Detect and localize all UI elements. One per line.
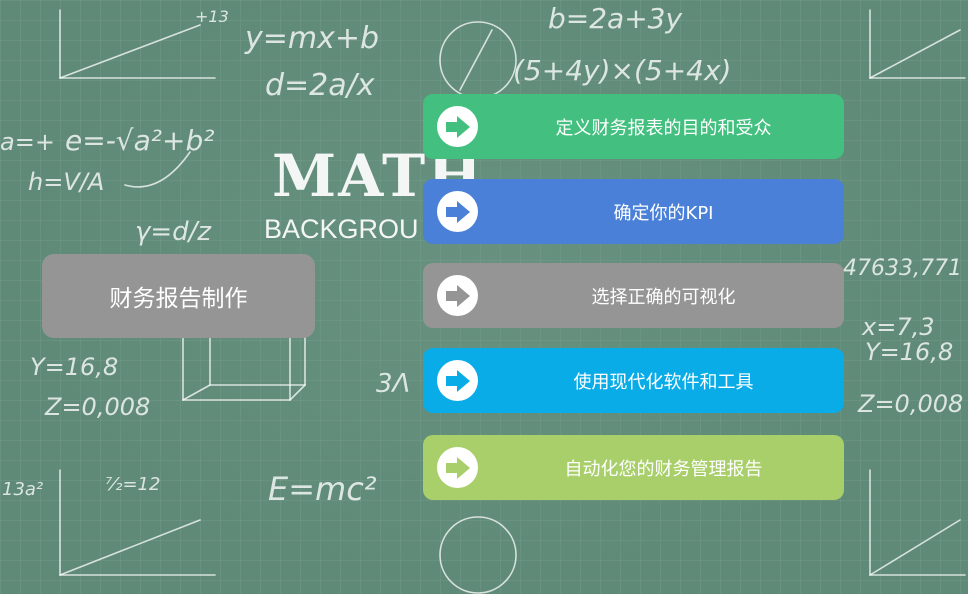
step-3-label: 选择正确的可视化: [591, 286, 736, 308]
step-4-box: 使用现代化软件和工具: [423, 348, 844, 413]
step-5-box: 自动化您的财务管理报告: [423, 435, 844, 500]
formula-text: 13a²: [2, 479, 43, 500]
formula-text: Y=16,8: [30, 353, 118, 381]
formula-text: Z=0,008: [857, 390, 963, 418]
formula-text: h=V/A: [28, 168, 104, 196]
formula-text: e=-√a²+b²: [65, 124, 214, 157]
step-2-label: 确定你的KPI: [613, 202, 714, 224]
arrow-right-icon: [437, 275, 478, 316]
formula-text: (5+4y)×(5+4x): [513, 54, 731, 87]
formula-text: Z=0,008: [44, 393, 150, 421]
step-1-box: 定义财务报表的目的和受众: [423, 94, 844, 159]
formula-text: a=+: [0, 128, 55, 156]
background-subtitle-text: BACKGROU: [264, 214, 419, 244]
formula-text: b=2a+3y: [548, 2, 682, 35]
step-5-label: 自动化您的财务管理报告: [564, 458, 763, 480]
step-4-label: 使用现代化软件和工具: [573, 371, 754, 393]
formula-text: 47633,771: [843, 256, 962, 281]
formula-text: +13: [195, 7, 229, 26]
arrow-right-icon: [437, 191, 478, 232]
step-1-label: 定义财务报表的目的和受众: [555, 117, 772, 139]
formula-text: x=7,3: [861, 313, 934, 341]
arrow-right-icon: [437, 106, 478, 147]
step-2-box: 确定你的KPI: [423, 179, 844, 244]
formula-text: E=mc²: [268, 470, 377, 508]
step-3-box: 选择正确的可视化: [423, 263, 844, 328]
formula-text: d=2a/x: [265, 68, 375, 103]
formula-text: ⁷⁄₂=12: [105, 474, 160, 495]
formula-text: y=mx+b: [244, 21, 379, 56]
arrow-right-icon: [437, 447, 478, 488]
arrow-right-icon: [437, 360, 478, 401]
main-title-text: 财务报告制作: [109, 286, 248, 312]
formula-text: 3Λ: [376, 369, 410, 399]
formula-text: Y=16,8: [865, 338, 953, 366]
main-title-box: 财务报告制作: [42, 254, 315, 338]
formula-text: γ=d/z: [135, 217, 212, 247]
